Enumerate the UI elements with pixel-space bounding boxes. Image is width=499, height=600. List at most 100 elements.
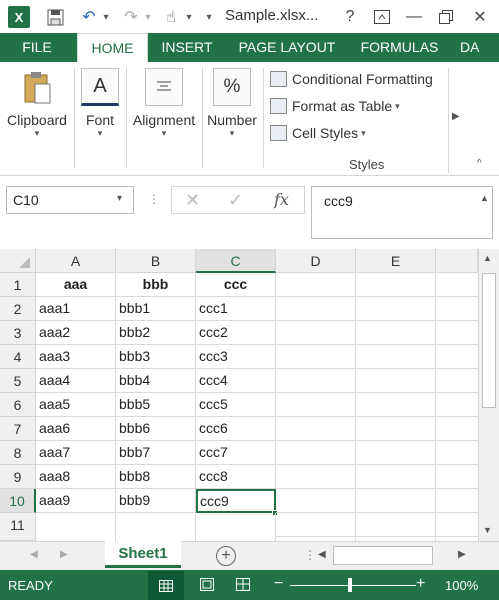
row-header[interactable]: 9 — [0, 465, 36, 489]
zoom-in-icon[interactable]: + — [416, 575, 425, 593]
customize-qat-icon[interactable]: ▾ — [203, 6, 215, 28]
row-header[interactable]: 2 — [0, 297, 36, 321]
tab-file[interactable]: FILE — [0, 33, 74, 62]
formula-bar-more-icon[interactable]: ⋮ — [148, 192, 160, 206]
sheet-next-icon[interactable]: ▶ — [60, 549, 68, 560]
page-layout-view-icon[interactable] — [200, 578, 214, 594]
hscroll-right-icon[interactable]: ▶ — [458, 549, 466, 560]
cell-b7[interactable]: bbb6 — [116, 417, 196, 441]
normal-view-icon[interactable] — [148, 571, 184, 600]
name-box-dropdown-icon[interactable]: ▾ — [117, 193, 122, 204]
number-button[interactable]: % Number ▾ — [204, 62, 260, 139]
format-as-table-button[interactable]: Format as Table ▾ — [270, 95, 400, 117]
cell-c10-active[interactable]: ccc9 — [196, 489, 276, 513]
zoom-slider-track[interactable] — [290, 585, 416, 586]
empty-column-f[interactable] — [436, 273, 478, 541]
row-header[interactable]: 11 — [0, 513, 36, 541]
restore-icon[interactable] — [428, 0, 464, 33]
row-header[interactable]: 3 — [0, 321, 36, 345]
formula-input[interactable]: ccc9 ▲ — [311, 186, 493, 239]
column-header-d[interactable]: D — [276, 249, 356, 273]
hscroll-left-icon[interactable]: ◀ — [318, 549, 326, 560]
cell-c7[interactable]: ccc6 — [196, 417, 276, 441]
column-header-c[interactable]: C — [196, 249, 276, 273]
cell-a2[interactable]: aaa1 — [36, 297, 116, 321]
save-icon[interactable] — [44, 6, 66, 28]
zoom-slider-thumb[interactable] — [348, 578, 352, 592]
cell-a1[interactable]: aaa — [36, 273, 116, 297]
insert-function-icon[interactable]: fx — [274, 190, 289, 209]
name-box[interactable]: C10 ▾ — [6, 186, 134, 214]
tab-split-icon[interactable]: ⋮ — [304, 548, 316, 562]
touch-dropdown-icon[interactable]: ▾ — [183, 6, 195, 28]
cell-a3[interactable]: aaa2 — [36, 321, 116, 345]
worksheet-grid[interactable]: A B C D E 1 2 3 4 5 6 7 8 9 10 11 aaa bb… — [0, 249, 478, 541]
cell-a8[interactable]: aaa7 — [36, 441, 116, 465]
tab-formulas[interactable]: FORMULAS — [352, 33, 447, 62]
cell-a9[interactable]: aaa8 — [36, 465, 116, 489]
tab-insert[interactable]: INSERT — [150, 33, 224, 62]
cell-b3[interactable]: bbb2 — [116, 321, 196, 345]
alignment-button[interactable]: Alignment ▾ — [128, 62, 200, 139]
undo-dropdown-icon[interactable]: ▾ — [100, 6, 112, 28]
zoom-out-icon[interactable]: − — [274, 575, 283, 593]
cell-b9[interactable]: bbb8 — [116, 465, 196, 489]
column-header-f[interactable] — [436, 249, 478, 273]
cell-b6[interactable]: bbb5 — [116, 393, 196, 417]
cell-c2[interactable]: ccc1 — [196, 297, 276, 321]
cell-a6[interactable]: aaa5 — [36, 393, 116, 417]
redo-icon[interactable]: ↷ — [120, 6, 142, 28]
cell-c11[interactable] — [196, 513, 276, 541]
cell-c4[interactable]: ccc3 — [196, 345, 276, 369]
minimize-icon[interactable]: — — [396, 0, 432, 33]
row-header[interactable]: 5 — [0, 369, 36, 393]
vertical-scrollbar[interactable]: ▲ ▼ — [478, 249, 499, 541]
vertical-scroll-thumb[interactable] — [482, 273, 496, 408]
cell-styles-button[interactable]: Cell Styles ▾ — [270, 122, 366, 144]
select-all-corner[interactable] — [0, 249, 36, 273]
row-header-active[interactable]: 10 — [0, 489, 36, 513]
undo-icon[interactable]: ↶ — [78, 6, 100, 28]
cell-b10[interactable]: bbb9 — [116, 489, 196, 513]
redo-dropdown-icon[interactable]: ▾ — [142, 6, 154, 28]
cell-a7[interactable]: aaa6 — [36, 417, 116, 441]
cell-c8[interactable]: ccc7 — [196, 441, 276, 465]
row-header[interactable]: 6 — [0, 393, 36, 417]
ribbon-display-icon[interactable] — [364, 0, 400, 33]
cancel-icon[interactable]: ✕ — [185, 190, 200, 211]
sheet-tab-sheet1[interactable]: Sheet1 — [105, 541, 181, 568]
cell-c9[interactable]: ccc8 — [196, 465, 276, 489]
row-header[interactable]: 1 — [0, 273, 36, 297]
tab-home[interactable]: HOME — [77, 33, 148, 62]
empty-column-e[interactable] — [356, 273, 436, 541]
column-header-a[interactable]: A — [36, 249, 116, 273]
formula-collapse-icon[interactable]: ▲ — [480, 193, 489, 203]
column-header-e[interactable]: E — [356, 249, 436, 273]
tab-data[interactable]: DA — [460, 33, 499, 62]
horizontal-scroll-thumb[interactable] — [333, 546, 433, 565]
collapse-ribbon-icon[interactable]: ^ — [477, 158, 482, 169]
enter-icon[interactable]: ✓ — [228, 190, 243, 211]
page-break-view-icon[interactable] — [236, 578, 250, 594]
row-header[interactable]: 4 — [0, 345, 36, 369]
close-icon[interactable]: ✕ — [462, 0, 498, 33]
zoom-level[interactable]: 100% — [445, 578, 478, 593]
ribbon-scroll-right-icon[interactable]: ▶ — [452, 111, 460, 122]
sheet-prev-icon[interactable]: ◀ — [30, 549, 38, 560]
cell-a4[interactable]: aaa3 — [36, 345, 116, 369]
cell-b4[interactable]: bbb3 — [116, 345, 196, 369]
cell-b5[interactable]: bbb4 — [116, 369, 196, 393]
clipboard-button[interactable]: Clipboard ▾ — [2, 62, 72, 139]
scroll-down-icon[interactable]: ▼ — [483, 525, 492, 535]
cell-c1[interactable]: ccc — [196, 273, 276, 297]
new-sheet-icon[interactable]: + — [216, 546, 236, 566]
cell-a5[interactable]: aaa4 — [36, 369, 116, 393]
cell-b1[interactable]: bbb — [116, 273, 196, 297]
touch-mode-icon[interactable]: ☝ — [160, 6, 182, 28]
cell-a10[interactable]: aaa9 — [36, 489, 116, 513]
cell-c6[interactable]: ccc5 — [196, 393, 276, 417]
tab-page-layout[interactable]: PAGE LAYOUT — [228, 33, 346, 62]
cell-b11[interactable] — [116, 513, 196, 541]
cell-a11[interactable] — [36, 513, 116, 541]
cell-b8[interactable]: bbb7 — [116, 441, 196, 465]
